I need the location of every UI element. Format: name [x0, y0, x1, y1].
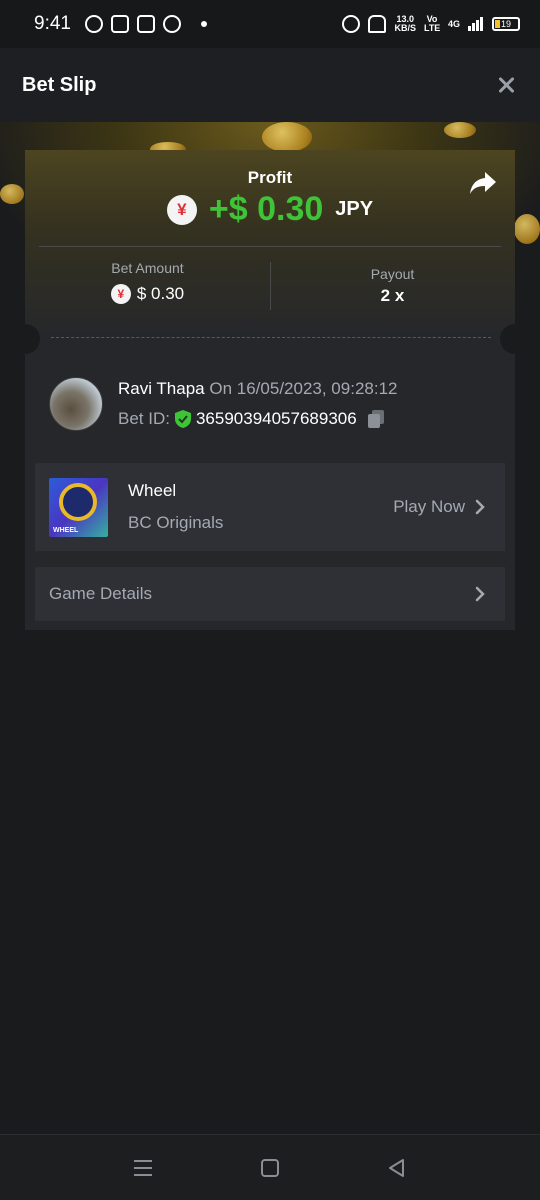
bet-amount-label: Bet Amount [111, 260, 184, 276]
home-icon[interactable] [258, 1156, 282, 1180]
payout-stat: Payout 2 x [270, 266, 515, 306]
recent-apps-icon[interactable] [131, 1156, 155, 1180]
volte-label: Vo LTE [423, 14, 441, 33]
play-now-button[interactable]: Play Now [393, 497, 485, 517]
avatar[interactable] [49, 377, 103, 431]
chat-bubble-icon [162, 15, 181, 33]
profit-currency: JPY [335, 198, 374, 220]
battery-icon: 19 [492, 17, 520, 31]
user-name[interactable]: Ravi Thapa [118, 379, 205, 398]
game-provider: BC Originals [128, 513, 224, 532]
shield-check-icon [174, 410, 191, 428]
game-name: Wheel [128, 481, 177, 500]
game-details-row[interactable]: Game Details [35, 567, 505, 621]
thumbnail-label: WHEEL [53, 527, 79, 534]
mute-bell-icon [368, 15, 387, 33]
chevron-right-icon [475, 499, 485, 515]
battery-level: 19 [500, 19, 511, 29]
profit-section: Profit ¥ +$ 0.30 JPY Bet Amount ¥ $ 0.30… [25, 150, 515, 335]
profit-value: +$ 0.30 [208, 190, 324, 228]
profit-label: Profit [247, 168, 293, 187]
coin-decoration [444, 122, 476, 138]
bet-slip-header: Bet Slip [0, 48, 540, 122]
ticket-notch-right [500, 324, 530, 354]
bet-amount-stat: Bet Amount ¥ $ 0.30 [25, 260, 270, 304]
game-row[interactable]: WHEEL Wheel BC Originals Play Now [35, 463, 505, 551]
game-details-label: Game Details [49, 584, 152, 603]
system-nav-bar [0, 1134, 540, 1200]
ticket-notch-left [10, 324, 40, 354]
coin-decoration [262, 122, 312, 152]
system-icons: 13.0 KB/S Vo LTE 4G 19 [342, 15, 520, 33]
yen-coin-icon: ¥ [166, 194, 197, 225]
chevron-right-icon [475, 586, 485, 602]
play-now-label: Play Now [393, 497, 465, 516]
whatsapp-icon [84, 15, 103, 33]
bet-id-label: Bet ID: [118, 409, 170, 428]
alarm-icon [342, 15, 361, 33]
notification-icons [84, 15, 207, 33]
wheel-game-thumbnail: WHEEL [49, 478, 108, 537]
user-info: Ravi Thapa On 16/05/2023, 09:28:12 Bet I… [49, 375, 499, 431]
copy-icon[interactable] [367, 409, 385, 429]
payout-label: Payout [370, 266, 415, 282]
ticket-dashed-divider [51, 337, 491, 338]
profit-row: ¥ +$ 0.30 JPY [25, 190, 515, 229]
bet-amount-value: $ 0.30 [136, 284, 185, 303]
close-icon[interactable] [494, 73, 518, 97]
yen-coin-icon: ¥ [110, 284, 131, 304]
bet-id-line: Bet ID: 36590394057689306 [118, 409, 385, 429]
coin-decoration [0, 184, 24, 204]
wheel-icon [59, 483, 97, 521]
user-line: Ravi Thapa On 16/05/2023, 09:28:12 [118, 379, 397, 399]
net-speed: 13.0 KB/S [394, 15, 416, 33]
payout-value: 2 x [380, 286, 405, 305]
bet-id-value: 36590394057689306 [195, 409, 357, 428]
net-speed-unit: KB/S [394, 23, 416, 33]
status-time: 9:41 [34, 13, 71, 34]
back-icon[interactable] [385, 1156, 409, 1180]
signal-label: 4G [447, 18, 460, 29]
bet-amount-value-row: ¥ $ 0.30 [25, 284, 270, 304]
coin-decoration [514, 214, 540, 244]
signal-bars-icon [468, 17, 483, 31]
bet-date: On 16/05/2023, 09:28:12 [209, 379, 398, 398]
discord-icon [110, 15, 129, 33]
more-notifications-dot [200, 21, 207, 27]
bet-slip-card: Profit ¥ +$ 0.30 JPY Bet Amount ¥ $ 0.30… [10, 150, 530, 630]
instagram-icon [136, 15, 155, 33]
page-title: Bet Slip [22, 73, 97, 96]
status-bar: 9:41 13.0 KB/S Vo LTE 4G 19 [0, 0, 540, 48]
share-icon[interactable] [469, 170, 497, 196]
divider [39, 246, 501, 247]
